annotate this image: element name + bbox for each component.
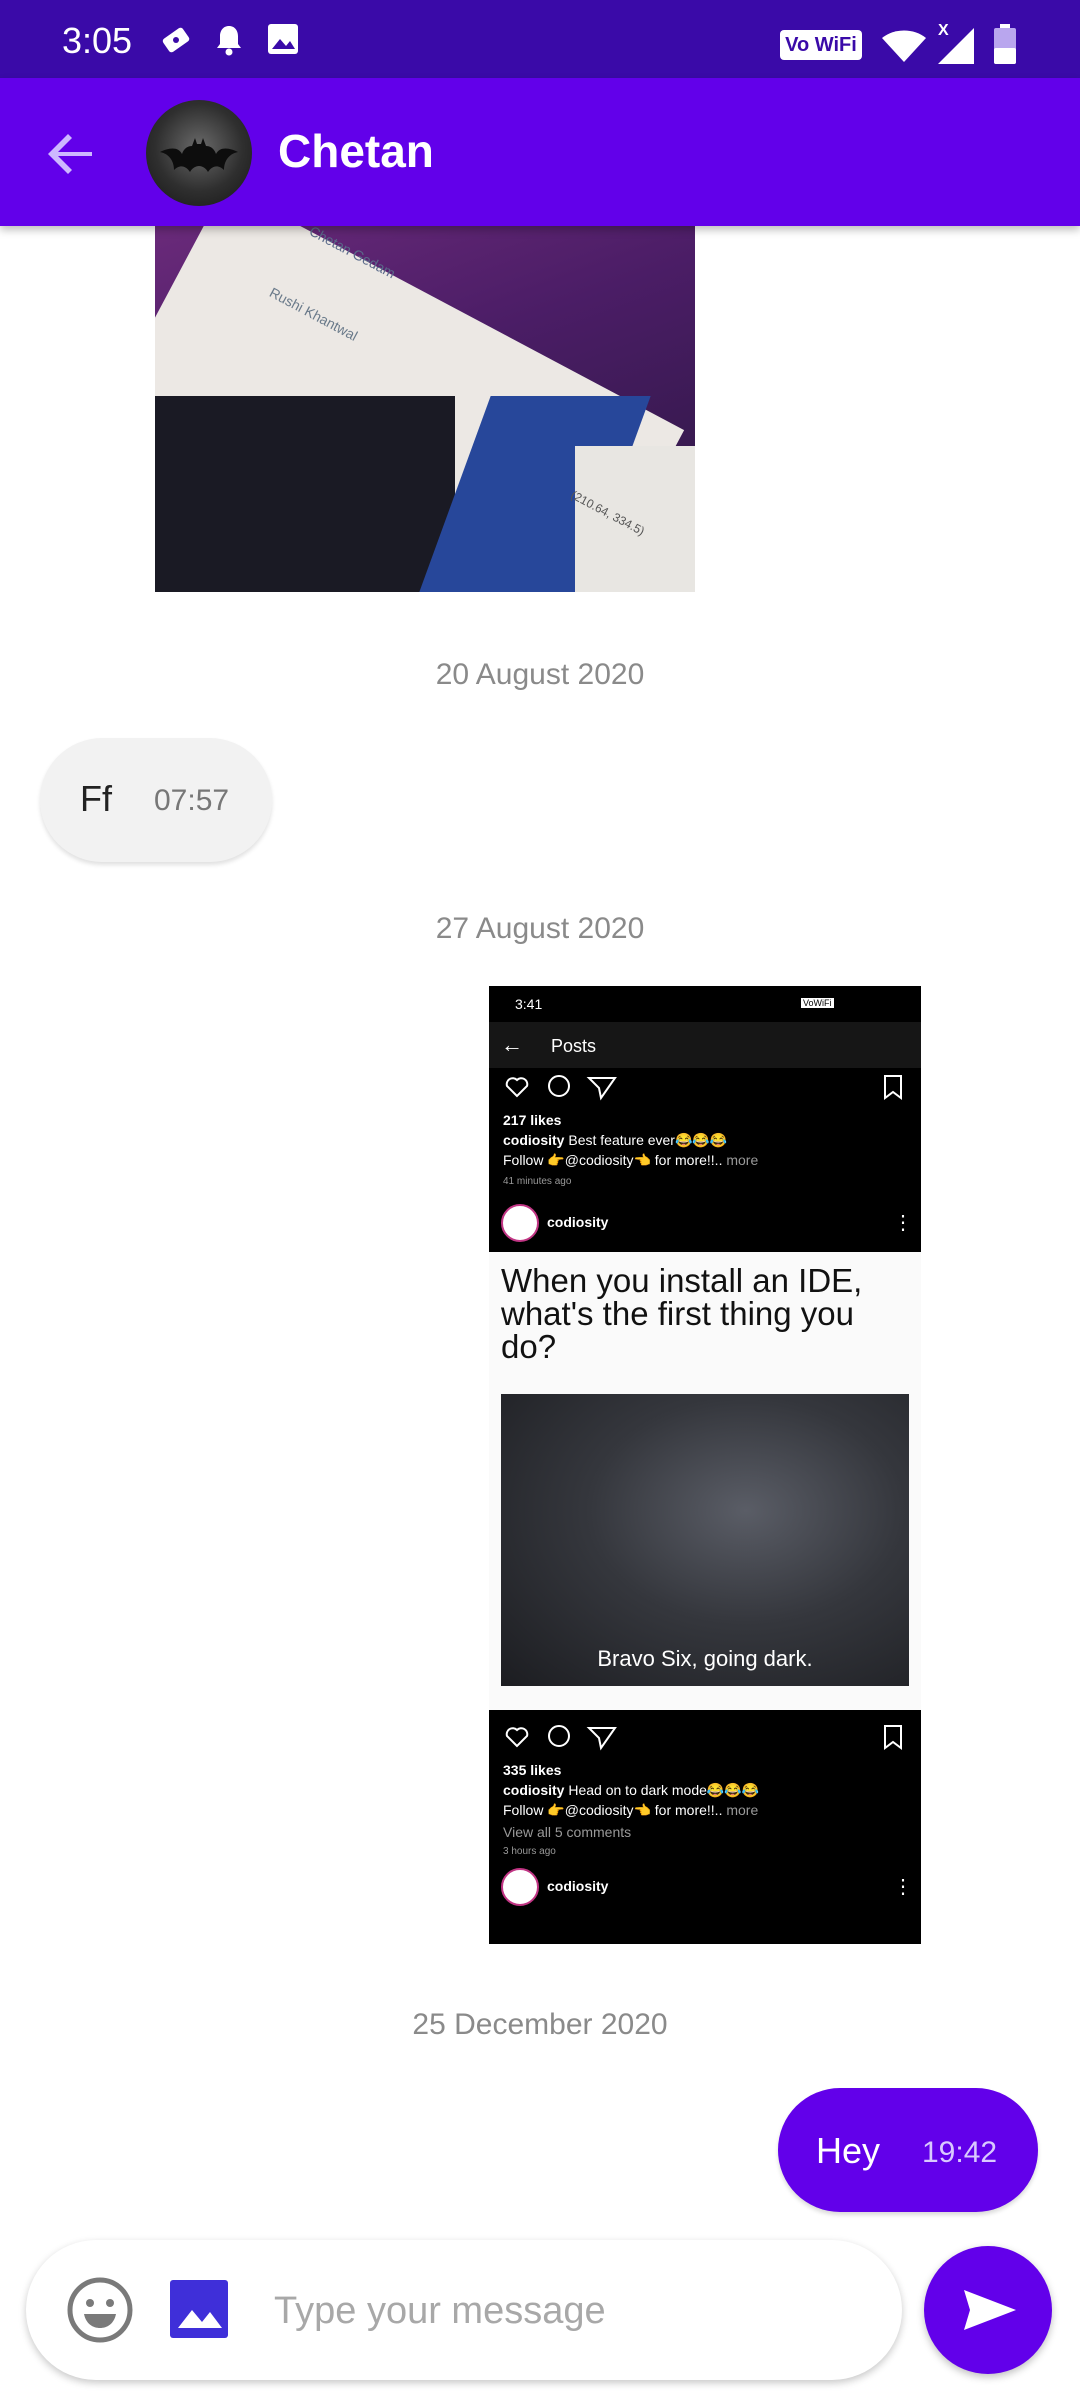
- post-action-icons: [505, 1075, 902, 1101]
- send-button[interactable]: [924, 2246, 1052, 2374]
- comment-icon: [548, 1075, 570, 1097]
- photo-message[interactable]: Chetan Gedam Rushi Khantwal (210.64, 334…: [155, 226, 695, 592]
- meme-photo: Bravo Six, going dark.: [501, 1394, 909, 1686]
- heart-icon: [505, 1077, 529, 1098]
- more-link: more: [726, 1152, 759, 1168]
- more-link: more: [726, 1802, 759, 1818]
- date-separator: 25 December 2020: [412, 2008, 668, 2041]
- post-status-wifi: VoWiFi: [801, 998, 834, 1008]
- post-username: codiosity: [547, 1214, 609, 1230]
- caption-text: Best feature ever😂😂😂: [568, 1132, 728, 1148]
- meme-question: When you install an IDE, what's the firs…: [501, 1262, 863, 1365]
- more-options-icon: ⋮: [893, 1876, 913, 1898]
- post-username: codiosity: [547, 1878, 609, 1894]
- photo-dark-edge: [155, 396, 455, 592]
- post-time-ago: 41 minutes ago: [503, 1176, 572, 1187]
- post-time-ago: 3 hours ago: [503, 1846, 556, 1857]
- message-time: 07:57: [154, 784, 230, 817]
- post-back-icon: ←: [501, 1032, 523, 1057]
- status-time: 3:05: [62, 20, 133, 61]
- bell-icon: [217, 26, 241, 56]
- caption-user: codiosity: [503, 1782, 565, 1798]
- post-toolbar: ← Posts: [489, 1022, 921, 1068]
- app-bar: Chetan: [0, 78, 1080, 226]
- bookmark-icon: [884, 1725, 902, 1750]
- heart-icon: [505, 1727, 529, 1748]
- post-likes: 217 likes: [503, 1112, 562, 1128]
- meme-caption: Bravo Six, going dark.: [597, 1646, 813, 1671]
- post-status-bar: 3:41 VoWiFi: [489, 986, 921, 1022]
- post-title: Posts: [551, 1036, 597, 1056]
- signal-icon: [938, 28, 974, 64]
- more-options-icon: ⋮: [893, 1212, 913, 1234]
- app-notification-icon: [162, 27, 190, 53]
- vowifi-badge: Vo WiFi: [780, 30, 862, 60]
- avatar[interactable]: [146, 100, 252, 206]
- share-icon: [586, 1077, 617, 1101]
- message-time: 19:42: [922, 2136, 998, 2169]
- bat-logo-icon: [160, 138, 238, 172]
- smiley-icon[interactable]: [66, 2276, 134, 2344]
- comment-icon: [548, 1725, 570, 1747]
- message-composer: [26, 2240, 902, 2380]
- post-follow-line: Follow 👉@codiosity👈 for more!!.. more: [503, 1152, 758, 1169]
- contact-name[interactable]: Chetan: [278, 124, 434, 178]
- post-action-icons: [505, 1725, 902, 1751]
- date-separator: 20 August 2020: [435, 658, 645, 691]
- post-caption: codiosity Best feature ever😂😂😂: [503, 1132, 727, 1149]
- post-likes: 335 likes: [503, 1762, 562, 1778]
- vowifi-label: Vo WiFi: [785, 34, 857, 56]
- message-input[interactable]: [272, 2280, 876, 2342]
- image-icon[interactable]: [168, 2278, 230, 2340]
- date-separator: 27 August 2020: [435, 912, 645, 945]
- follow-text: Follow 👉@codiosity👈 for more!!..: [503, 1152, 723, 1168]
- post-status-time: 3:41: [515, 996, 543, 1012]
- send-icon: [964, 2290, 1016, 2330]
- caption-text: Head on to dark mode😂😂😂: [568, 1782, 760, 1798]
- post-caption: codiosity Head on to dark mode😂😂😂: [503, 1782, 759, 1799]
- post-avatar: [501, 1204, 539, 1242]
- message-text: Hey: [816, 2130, 881, 2171]
- outgoing-message-bubble[interactable]: Hey 19:42: [778, 2088, 1038, 2212]
- arrow-left-icon[interactable]: [40, 122, 104, 186]
- share-icon: [586, 1727, 617, 1751]
- post-follow-line: Follow 👉@codiosity👈 for more!!.. more: [503, 1802, 758, 1819]
- post-comments-link: View all 5 comments: [503, 1824, 632, 1840]
- message-text: Ff: [80, 778, 112, 819]
- bookmark-icon: [884, 1075, 902, 1100]
- follow-text: Follow 👉@codiosity👈 for more!!..: [503, 1802, 723, 1818]
- incoming-message-bubble[interactable]: Ff 07:57: [40, 738, 272, 862]
- post-avatar: [501, 1868, 539, 1906]
- shared-post-image[interactable]: 3:41 VoWiFi ← Posts 217 likes codiosity …: [489, 986, 921, 1944]
- caption-user: codiosity: [503, 1132, 565, 1148]
- image-icon: [268, 24, 298, 54]
- meme-image: When you install an IDE, what's the firs…: [489, 1252, 921, 1710]
- wifi-icon: [882, 30, 926, 62]
- chat-area[interactable]: Chetan Gedam Rushi Khantwal (210.64, 334…: [0, 226, 1080, 2226]
- status-bar: 3:05 Vo WiFi X: [0, 0, 1080, 78]
- battery-icon: [994, 24, 1016, 64]
